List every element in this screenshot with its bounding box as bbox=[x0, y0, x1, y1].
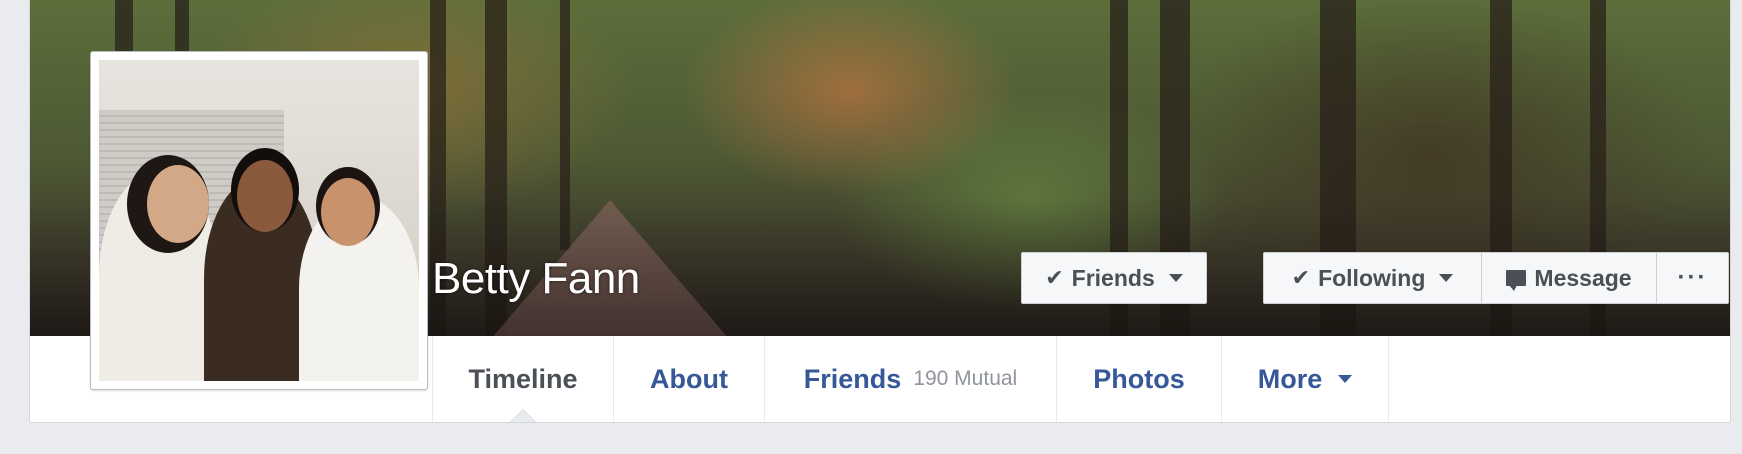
check-icon: ✔ bbox=[1045, 265, 1064, 290]
profile-nav: Timeline About Friends 190 Mutual Photos… bbox=[432, 336, 1389, 422]
friends-button[interactable]: ✔ Friends bbox=[1021, 252, 1207, 304]
profile-name[interactable]: Betty Fann bbox=[432, 254, 640, 304]
ellipsis-icon: ··· bbox=[1677, 264, 1708, 291]
tab-timeline-label: Timeline bbox=[468, 363, 578, 394]
friends-button-label: Friends bbox=[1071, 264, 1155, 291]
tab-photos[interactable]: Photos bbox=[1057, 336, 1222, 422]
tab-timeline[interactable]: Timeline bbox=[433, 336, 614, 422]
profile-header: Betty Fann ✔ Friends ✔ Following Message… bbox=[29, 0, 1731, 423]
tab-friends-label: Friends bbox=[803, 363, 902, 394]
following-button-label: Following bbox=[1318, 264, 1426, 291]
caret-down-icon bbox=[1168, 274, 1183, 282]
mutual-friends-count: 190 Mutual bbox=[913, 367, 1018, 390]
following-button[interactable]: ✔ Following bbox=[1263, 252, 1481, 304]
tab-friends[interactable]: Friends 190 Mutual bbox=[765, 336, 1057, 422]
profile-photo bbox=[99, 60, 419, 381]
profile-picture[interactable] bbox=[90, 51, 428, 390]
tab-about-label: About bbox=[650, 363, 728, 394]
tab-more[interactable]: More bbox=[1222, 336, 1389, 422]
tab-more-label: More bbox=[1257, 363, 1323, 394]
message-button[interactable]: Message bbox=[1481, 252, 1656, 304]
active-tab-indicator bbox=[510, 409, 536, 422]
more-options-button[interactable]: ··· bbox=[1656, 252, 1729, 304]
tab-about[interactable]: About bbox=[614, 336, 765, 422]
message-button-label: Message bbox=[1534, 264, 1632, 291]
caret-down-icon bbox=[1338, 375, 1353, 383]
message-icon bbox=[1506, 270, 1527, 291]
check-icon: ✔ bbox=[1291, 265, 1311, 290]
tab-photos-label: Photos bbox=[1093, 363, 1185, 394]
caret-down-icon bbox=[1439, 274, 1454, 282]
profile-action-group: ✔ Following Message ··· bbox=[1263, 252, 1729, 304]
